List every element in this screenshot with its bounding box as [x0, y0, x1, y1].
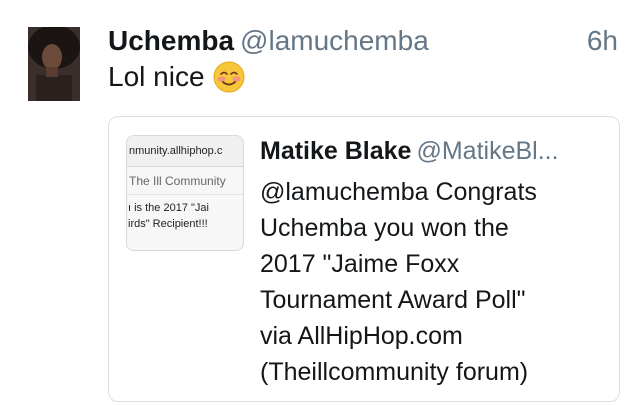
- thumbnail-line: ı is the 2017 "Jai: [128, 202, 209, 214]
- quoted-text-line: Uchemba you won the: [260, 214, 509, 242]
- quoted-text-line: @lamuchemba Congrats: [260, 178, 537, 206]
- quoted-text-line: (Theillcommunity forum): [260, 358, 529, 386]
- quoted-text-line: 2017 "Jaime Foxx: [260, 250, 460, 278]
- timestamp[interactable]: 6h: [587, 25, 618, 57]
- display-name[interactable]: Uchemba: [108, 25, 234, 56]
- quoted-tweet-thumbnail[interactable]: nmunity.allhiphop.c The Ill Community ı …: [126, 135, 244, 251]
- quoted-display-name: Matike Blake: [260, 137, 412, 165]
- thumbnail-url: nmunity.allhiphop.c: [127, 136, 243, 167]
- thumbnail-line: irds" Recipient!!!: [128, 218, 208, 230]
- tweet-text-content: Lol nice: [108, 61, 205, 92]
- quoted-tweet[interactable]: nmunity.allhiphop.c The Ill Community ı …: [108, 116, 620, 402]
- thumbnail-line: The Ill Community: [127, 167, 243, 195]
- tweet-text: Lol nice: [108, 61, 245, 93]
- blushing-smiling-face-icon: [213, 61, 245, 93]
- user-handle[interactable]: @lamuchemba: [240, 25, 429, 56]
- tweet-header: Uchemba @lamuchemba: [108, 25, 429, 61]
- quoted-tweet-text: @lamuchemba Congrats Uchemba you won the…: [260, 174, 600, 390]
- avatar[interactable]: [28, 27, 80, 101]
- quoted-text-line: Tournament Award Poll": [260, 286, 526, 314]
- quoted-text-line: via AllHipHop.com: [260, 322, 463, 350]
- quoted-tweet-header: Matike Blake @MatikeBl...: [260, 137, 559, 166]
- tweet[interactable]: Uchemba @lamuchemba 6h Lol nice nmunity.a…: [0, 0, 640, 406]
- quoted-user-handle: @MatikeBl...: [416, 137, 559, 165]
